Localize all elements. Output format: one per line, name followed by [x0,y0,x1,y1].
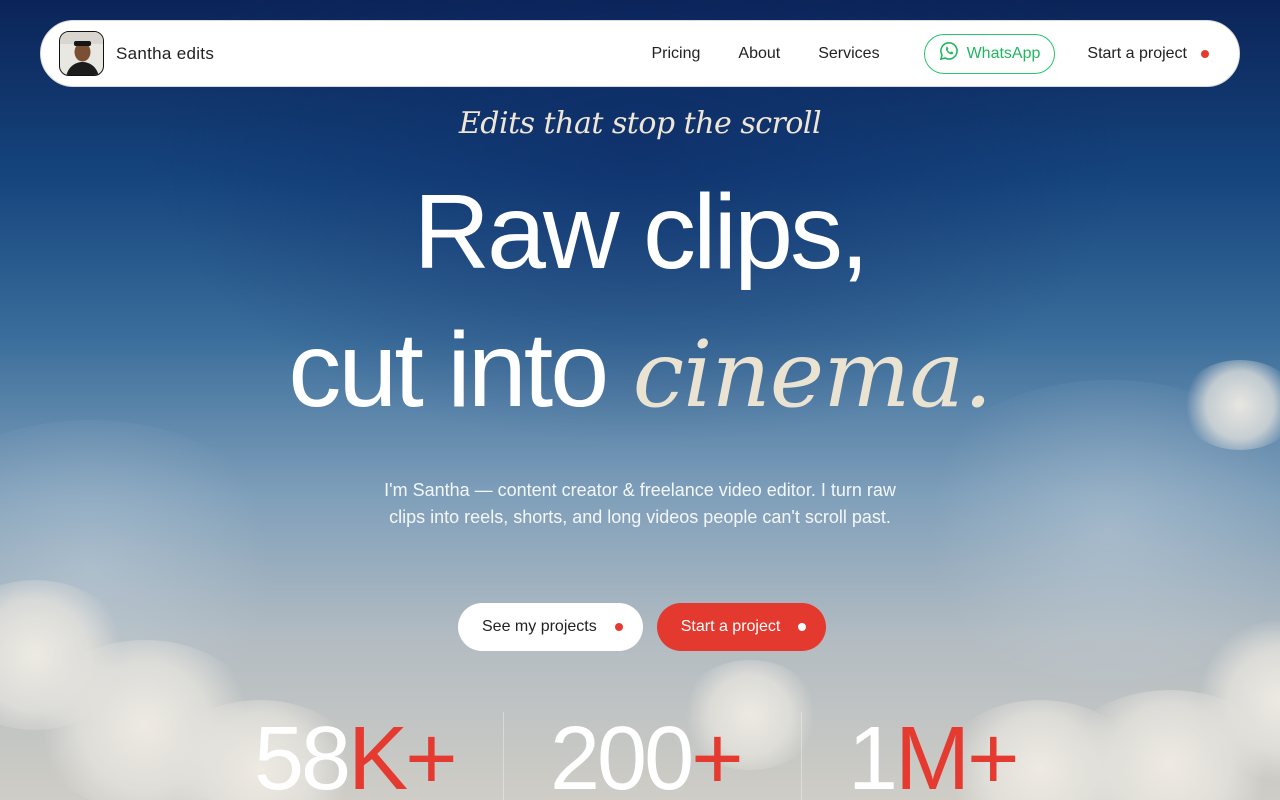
stat-number: 58 [254,709,351,800]
whatsapp-button[interactable]: WhatsApp [923,33,1056,74]
stat-number: 1 [848,709,898,800]
stat-suffix: M+ [895,709,1020,800]
brand-name: Santha edits [116,43,215,63]
nav-link-about[interactable]: About [738,45,780,63]
stat-number: 200 [550,709,694,800]
nav-start-project-button[interactable]: Start a project [1087,45,1209,63]
hero-headline-script: cinema. [632,321,993,428]
hero-headline-plain: cut into [288,311,609,429]
stat-suffix: K+ [348,709,458,800]
stat-suffix: + [691,709,744,800]
hero-tagline: Edits that stop the scroll [458,106,822,141]
nav-link-pricing[interactable]: Pricing [652,45,701,63]
hero-headline-line2: cut into cinema. [0,310,1280,431]
see-projects-button[interactable]: See my projects [458,603,643,651]
nav-cta-label: Start a project [1087,44,1187,62]
dot-icon [1201,49,1209,58]
hero-cta-row: See my projects Start a project [458,603,827,651]
start-project-label: Start a project [680,618,781,635]
start-project-button[interactable]: Start a project [656,603,827,651]
nav-link-services[interactable]: Services [818,45,879,63]
dot-icon [798,623,807,631]
hero-headline-line1: Raw clips, [413,173,869,291]
stat-divider [503,712,504,800]
stat-followers: 58K+ [254,708,458,800]
dot-icon [614,623,623,631]
nav-links: Pricing About Services WhatsApp Start a … [652,33,1222,74]
stat-projects: 200+ [550,708,744,800]
stats-row: 58K+ 200+ 1M+ [0,708,1280,800]
avatar[interactable] [59,31,104,76]
top-nav: Santha edits Pricing About Services What… [40,20,1240,87]
whatsapp-label: WhatsApp [966,44,1041,62]
whatsapp-icon [939,41,959,66]
stat-divider [801,712,802,800]
see-projects-label: See my projects [482,618,597,635]
stat-views: 1M+ [848,708,1020,800]
hero-subtitle: I'm Santha — content creator & freelance… [384,480,896,527]
